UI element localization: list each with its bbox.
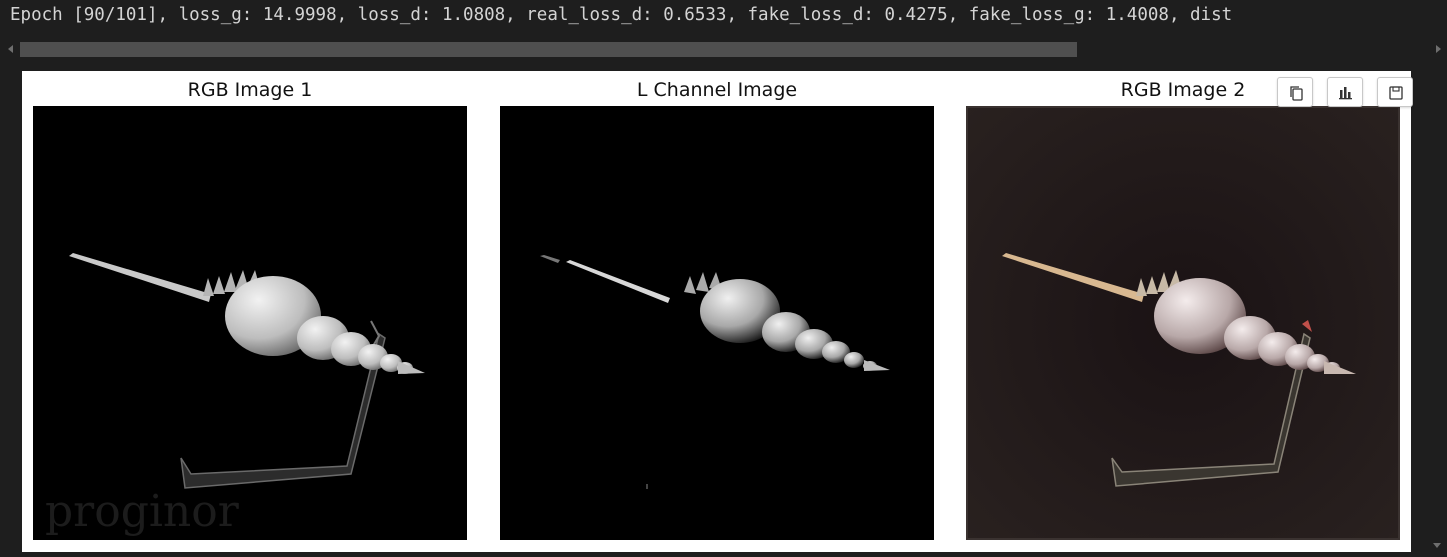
rgb-image-1: proginor bbox=[33, 106, 467, 540]
horizontal-scrollbar[interactable] bbox=[0, 40, 1447, 60]
chart-icon bbox=[1339, 87, 1352, 100]
panel-title: L Channel Image bbox=[636, 79, 798, 101]
save-button[interactable] bbox=[1377, 77, 1413, 107]
scroll-right-icon[interactable] bbox=[1436, 45, 1441, 53]
horizontal-scroll-thumb[interactable] bbox=[20, 42, 1077, 57]
panel-title: RGB Image 1 bbox=[187, 79, 313, 101]
copy-icon bbox=[1290, 86, 1303, 101]
matplotlib-figure: RGB Image 1 proginor L Channel Image RGB… bbox=[22, 71, 1413, 552]
l-channel-image bbox=[500, 106, 934, 540]
scroll-left-icon[interactable] bbox=[8, 45, 13, 53]
rgb-image-2 bbox=[966, 106, 1400, 540]
panel-rgb-image-2: RGB Image 2 bbox=[966, 71, 1400, 552]
watermark: proginor bbox=[45, 486, 240, 537]
scroll-down-icon[interactable] bbox=[1433, 543, 1441, 548]
save-icon bbox=[1389, 86, 1403, 100]
chart-button[interactable] bbox=[1327, 77, 1363, 107]
copy-button[interactable] bbox=[1277, 77, 1313, 107]
panel-rgb-image-1: RGB Image 1 proginor bbox=[33, 71, 467, 552]
training-log-line: Epoch [90/101], loss_g: 14.9998, loss_d:… bbox=[10, 5, 1233, 25]
panel-l-channel-image: L Channel Image bbox=[500, 71, 934, 552]
